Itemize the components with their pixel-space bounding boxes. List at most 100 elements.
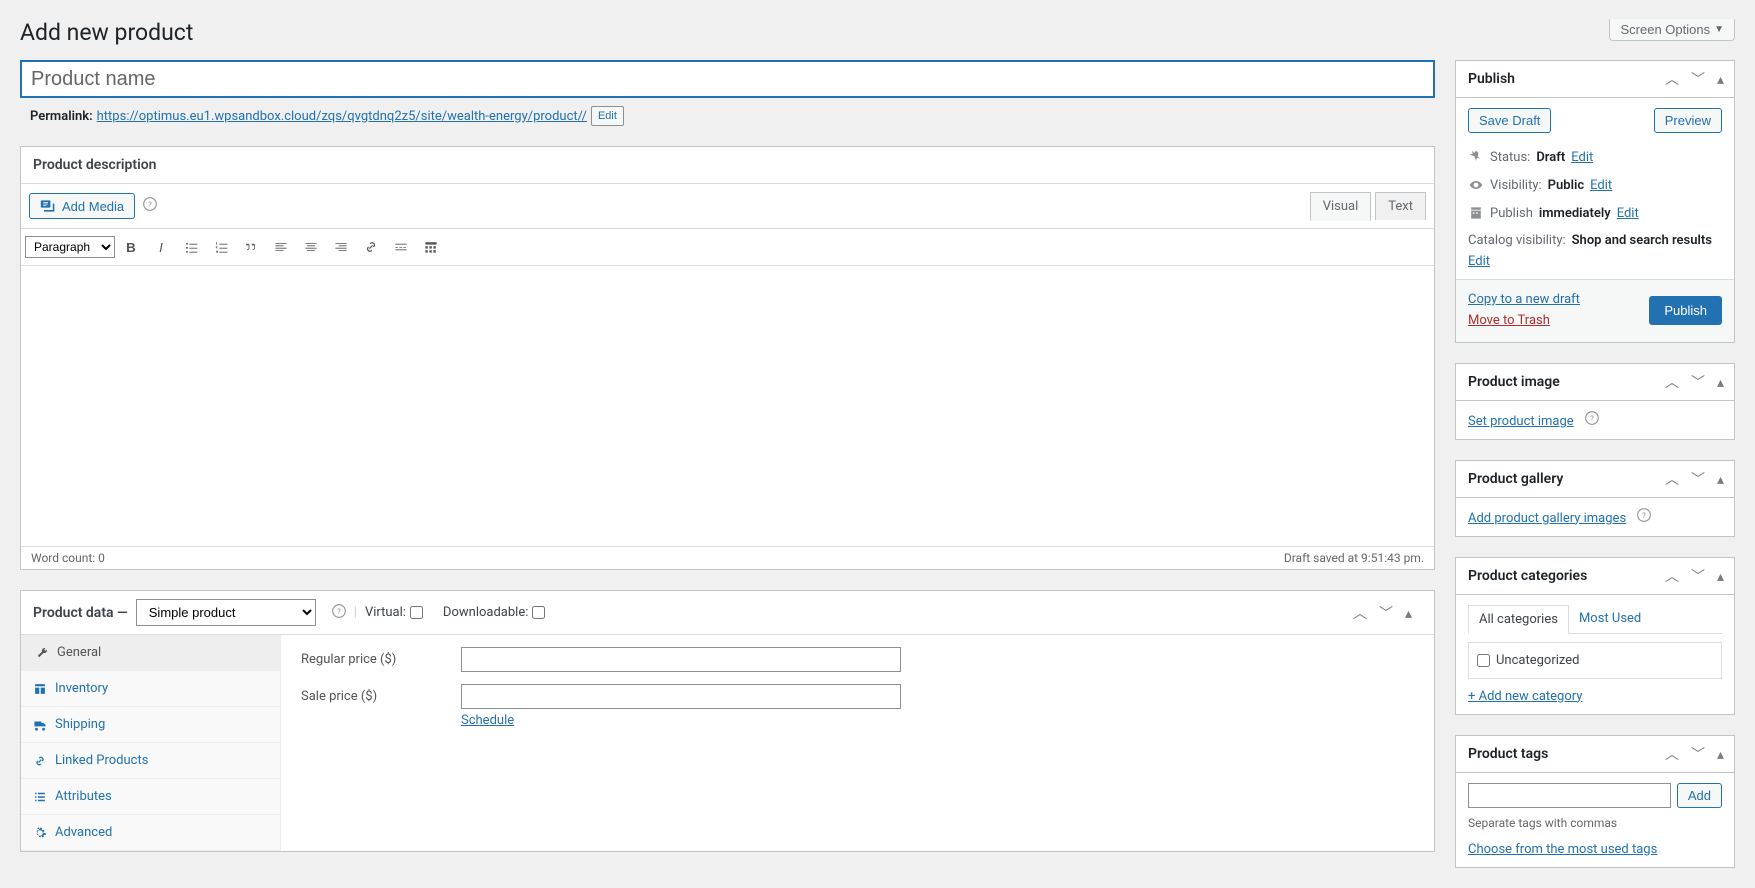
read-more-button[interactable] <box>387 233 415 261</box>
toggle-panel-button[interactable]: ▴ <box>1711 468 1730 490</box>
toggle-panel-button[interactable]: ▴ <box>1711 371 1730 393</box>
description-heading: Product description <box>21 147 1434 184</box>
permalink-label: Permalink: <box>30 109 93 124</box>
move-down-button[interactable]: ﹀ <box>1685 371 1711 393</box>
preview-button[interactable]: Preview <box>1654 108 1722 133</box>
move-down-button[interactable]: ﹀ <box>1373 602 1399 624</box>
tags-hint: Separate tags with commas <box>1468 816 1722 830</box>
regular-price-input[interactable] <box>461 647 901 672</box>
triangle-down-icon: ▼ <box>1714 24 1724 35</box>
format-select[interactable]: Paragraph <box>25 236 115 258</box>
tab-attributes[interactable]: Attributes <box>21 779 280 815</box>
virtual-label: Virtual: <box>365 605 423 620</box>
publish-box: Publish ︿ ﹀ ▴ Save Draft Preview Status: <box>1455 60 1735 343</box>
publish-button[interactable]: Publish <box>1649 296 1722 325</box>
move-down-button[interactable]: ﹀ <box>1685 468 1711 490</box>
align-center-button[interactable] <box>297 233 325 261</box>
product-data-heading: Product data — <box>33 605 128 621</box>
bold-button[interactable]: B <box>117 233 145 261</box>
edit-publish-date-link[interactable]: Edit <box>1617 206 1639 221</box>
schedule-link[interactable]: Schedule <box>461 713 514 728</box>
edit-status-link[interactable]: Edit <box>1571 150 1593 165</box>
add-new-category-link[interactable]: + Add new category <box>1468 689 1582 704</box>
product-name-input[interactable] <box>20 60 1435 98</box>
link-icon <box>33 754 47 768</box>
tab-visual[interactable]: Visual <box>1310 192 1372 221</box>
move-down-button[interactable]: ﹀ <box>1685 743 1711 765</box>
tab-shipping[interactable]: Shipping <box>21 707 280 743</box>
sale-price-label: Sale price ($) <box>301 689 441 704</box>
help-icon[interactable]: ? <box>1637 511 1651 526</box>
toggle-panel-button[interactable]: ▴ <box>1711 565 1730 587</box>
link-button[interactable] <box>357 233 385 261</box>
help-icon[interactable]: ? <box>1585 414 1599 429</box>
tab-most-used[interactable]: Most Used <box>1569 605 1651 633</box>
add-tag-button[interactable]: Add <box>1677 783 1722 808</box>
add-media-button[interactable]: Add Media <box>29 193 135 219</box>
category-uncategorized-checkbox[interactable] <box>1477 654 1490 667</box>
media-icon <box>40 198 56 214</box>
category-uncategorized-label: Uncategorized <box>1496 653 1579 668</box>
copy-to-draft-link[interactable]: Copy to a new draft <box>1468 290 1580 311</box>
tab-all-categories[interactable]: All categories <box>1468 605 1569 634</box>
product-type-select[interactable]: Simple product <box>136 599 316 626</box>
move-down-button[interactable]: ﹀ <box>1685 68 1711 90</box>
move-up-button[interactable]: ︿ <box>1659 743 1685 765</box>
tags-heading: Product tags <box>1456 736 1560 772</box>
editor-content-area[interactable] <box>21 266 1434 546</box>
product-gallery-heading: Product gallery <box>1456 461 1575 497</box>
toggle-panel-button[interactable]: ▴ <box>1711 68 1730 90</box>
move-down-button[interactable]: ﹀ <box>1685 565 1711 587</box>
permalink-edit-button[interactable]: Edit <box>591 106 624 126</box>
sale-price-input[interactable] <box>461 684 901 709</box>
set-product-image-link[interactable]: Set product image <box>1468 414 1574 429</box>
tab-linked-products[interactable]: Linked Products <box>21 743 280 779</box>
toolbar-toggle-button[interactable] <box>417 233 445 261</box>
downloadable-checkbox[interactable] <box>532 606 545 619</box>
move-up-button[interactable]: ︿ <box>1659 565 1685 587</box>
regular-price-label: Regular price ($) <box>301 652 441 667</box>
product-data-box: Product data — Simple product ? | Virtua… <box>20 590 1435 852</box>
add-gallery-images-link[interactable]: Add product gallery images <box>1468 511 1626 526</box>
edit-visibility-link[interactable]: Edit <box>1590 178 1612 193</box>
align-right-button[interactable] <box>327 233 355 261</box>
italic-button[interactable]: I <box>147 233 175 261</box>
move-up-button[interactable]: ︿ <box>1659 468 1685 490</box>
move-up-button[interactable]: ︿ <box>1347 602 1373 624</box>
numbered-list-button[interactable] <box>207 233 235 261</box>
svg-text:?: ? <box>148 200 152 209</box>
editor-toolbar: Paragraph B I <box>21 229 1434 266</box>
tab-text[interactable]: Text <box>1375 192 1426 220</box>
product-description-box: Product description Add Media ? Visual <box>20 146 1435 570</box>
draft-saved-status: Draft saved at 9:51:43 pm. <box>1284 551 1424 565</box>
choose-tags-link[interactable]: Choose from the most used tags <box>1468 842 1657 857</box>
tag-input[interactable] <box>1468 783 1671 808</box>
product-image-heading: Product image <box>1456 364 1572 400</box>
word-count: Word count: 0 <box>31 551 105 565</box>
toggle-panel-button[interactable]: ▴ <box>1399 602 1418 624</box>
align-left-button[interactable] <box>267 233 295 261</box>
quote-button[interactable] <box>237 233 265 261</box>
move-to-trash-link[interactable]: Move to Trash <box>1468 311 1580 332</box>
tab-inventory[interactable]: Inventory <box>21 671 280 707</box>
svg-text:?: ? <box>337 606 341 615</box>
page-title: Add new product <box>20 10 193 50</box>
toggle-panel-button[interactable]: ▴ <box>1711 743 1730 765</box>
eye-icon <box>1468 177 1484 193</box>
bullet-list-button[interactable] <box>177 233 205 261</box>
move-up-button[interactable]: ︿ <box>1659 371 1685 393</box>
truck-icon <box>33 718 47 732</box>
product-gallery-box: Product gallery ︿ ﹀ ▴ Add product galler… <box>1455 460 1735 537</box>
virtual-checkbox[interactable] <box>410 606 423 619</box>
tab-general[interactable]: General <box>21 635 280 671</box>
tab-advanced[interactable]: Advanced <box>21 815 280 851</box>
save-draft-button[interactable]: Save Draft <box>1468 108 1551 133</box>
move-up-button[interactable]: ︿ <box>1659 68 1685 90</box>
screen-options-button[interactable]: Screen Options ▼ <box>1609 19 1735 41</box>
edit-catalog-visibility-link[interactable]: Edit <box>1468 254 1490 269</box>
help-icon[interactable]: ? <box>143 197 157 215</box>
help-icon[interactable]: ? <box>332 604 346 622</box>
permalink-url[interactable]: https://optimus.eu1.wpsandbox.cloud/zqs/… <box>97 109 587 124</box>
wrench-icon <box>35 646 49 660</box>
svg-text:?: ? <box>1643 510 1647 519</box>
